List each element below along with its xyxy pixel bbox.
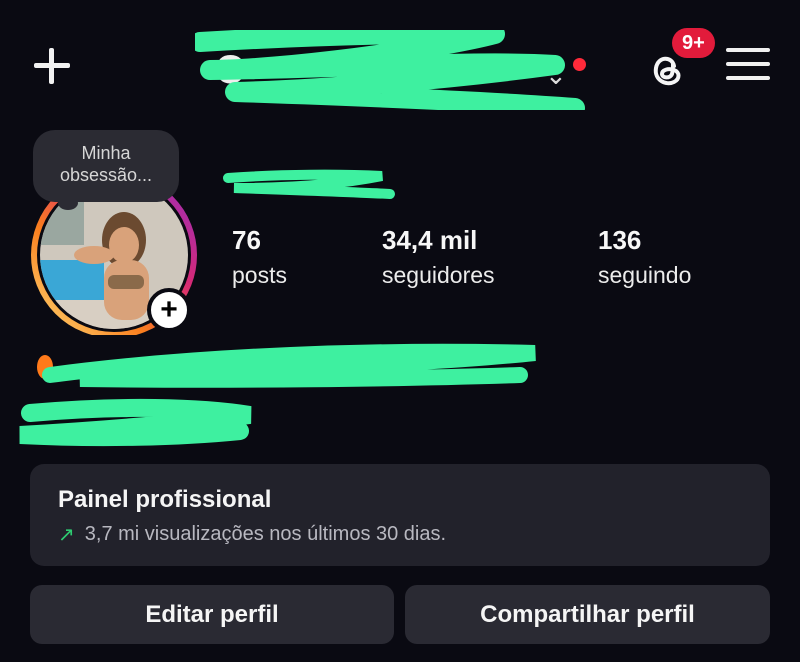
account-switcher[interactable]: O ⌄ (195, 30, 615, 110)
followers-count: 34,4 mil (382, 225, 478, 255)
trending-up-icon: ↗ (58, 524, 75, 546)
redaction-scribble (19, 343, 536, 447)
panel-subtitle: 3,7 mi visualizações nos últimos 30 dias… (84, 523, 447, 545)
redaction-scribble (223, 169, 395, 199)
add-story-button[interactable]: + (147, 288, 191, 332)
note-bubble[interactable]: Minha obsessão... (33, 130, 179, 202)
following-count: 136 (598, 225, 642, 255)
following-label: seguindo (598, 262, 692, 288)
create-button[interactable] (30, 44, 74, 88)
plus-icon (34, 48, 70, 84)
stat-followers[interactable]: 34,4 mil seguidores (382, 225, 495, 289)
stat-following[interactable]: 136 seguindo (598, 225, 691, 289)
notification-badge: 9+ (672, 28, 715, 58)
redaction-scribble (195, 30, 585, 110)
menu-button[interactable] (726, 48, 770, 88)
edit-profile-button[interactable]: Editar perfil (30, 585, 394, 644)
posts-label: posts (232, 262, 287, 288)
followers-label: seguidores (382, 262, 495, 288)
hamburger-icon (726, 48, 770, 52)
professional-dashboard-card[interactable]: Painel profissional ↗ 3,7 mi visualizaçõ… (30, 464, 770, 566)
posts-count: 76 (232, 225, 261, 255)
panel-title: Painel profissional (58, 486, 272, 513)
stat-posts[interactable]: 76 posts (232, 225, 287, 289)
share-profile-button[interactable]: Compartilhar perfil (405, 585, 770, 644)
